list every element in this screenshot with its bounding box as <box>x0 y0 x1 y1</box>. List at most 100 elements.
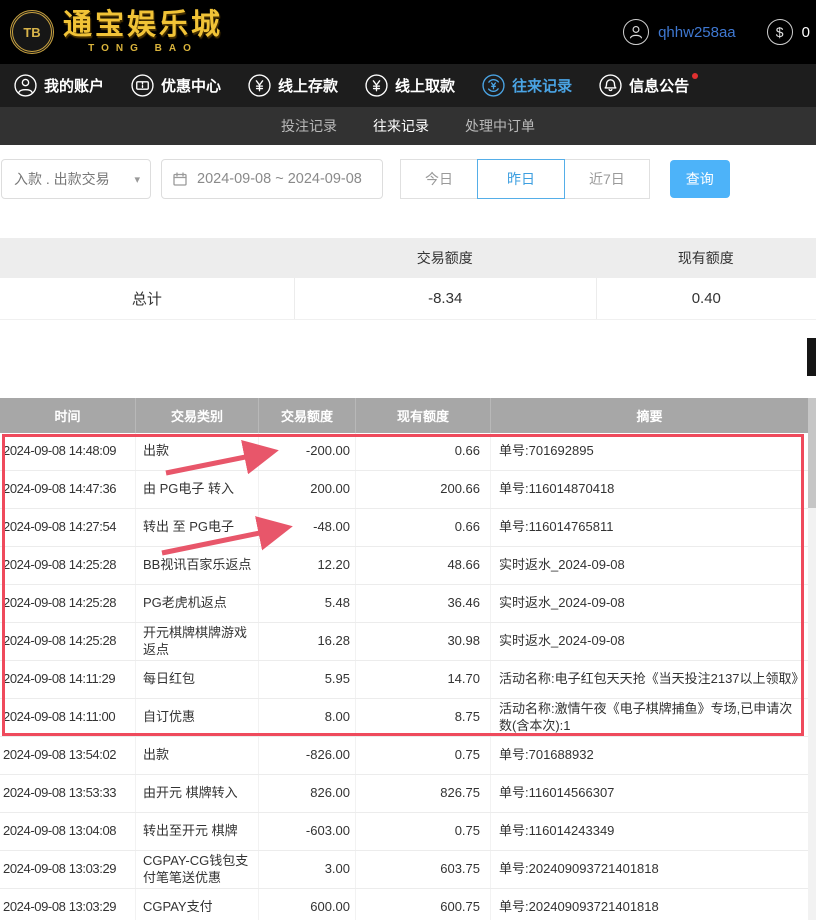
cell-type: CGPAY-CG钱包支付笔笔送优惠 <box>135 851 258 888</box>
table-row: 2024-09-08 14:47:36由 PG电子 转入200.00200.66… <box>0 471 808 509</box>
table-row: 2024-09-08 14:25:28开元棋牌棋牌游戏返点16.2830.98实… <box>0 623 808 661</box>
date-range-value: 2024-09-08 ~ 2024-09-08 <box>197 171 362 187</box>
tab-transaction-records[interactable]: 往来记录 <box>373 116 429 136</box>
cell-type: 自订优惠 <box>135 699 258 736</box>
notification-dot <box>692 73 698 79</box>
chevron-down-icon: ▾ <box>134 173 140 186</box>
nav-label: 我的账户 <box>44 75 104 96</box>
records-table: 时间 交易类别 交易额度 现有额度 摘要 2024-09-08 14:48:09… <box>0 398 816 920</box>
table-row: 2024-09-08 13:03:29CGPAY-CG钱包支付笔笔送优惠3.00… <box>0 851 808 889</box>
cell-amount: 600.00 <box>258 889 355 920</box>
cell-balance: 826.75 <box>355 775 490 812</box>
sub-nav: 投注记录 往来记录 处理中订单 <box>0 107 816 145</box>
cell-amount: 16.28 <box>258 623 355 660</box>
username[interactable]: qhhw258aa <box>658 24 736 41</box>
tab-bet-records[interactable]: 投注记录 <box>281 116 337 136</box>
casino-chip-icon: TB <box>10 10 54 54</box>
cell-amount: 5.48 <box>258 585 355 622</box>
cell-summary: 单号:701688932 <box>490 737 808 774</box>
quick-yesterday-button[interactable]: 昨日 <box>477 159 565 199</box>
cell-time: 2024-09-08 14:47:36 <box>0 471 135 508</box>
cell-type: PG老虎机返点 <box>135 585 258 622</box>
cell-balance: 0.75 <box>355 813 490 850</box>
quick-today-button[interactable]: 今日 <box>400 159 478 199</box>
summary-header-amount: 交易额度 <box>294 238 596 278</box>
cell-balance: 8.75 <box>355 699 490 736</box>
nav-label: 线上存款 <box>278 75 338 96</box>
summary-header-blank <box>0 238 294 278</box>
nav-label: 优惠中心 <box>161 75 221 96</box>
summary-total-amount: -8.34 <box>294 278 596 319</box>
nav-online-deposit[interactable]: 线上存款 <box>248 74 338 97</box>
user-icon <box>14 74 37 97</box>
col-header-balance: 现有额度 <box>355 398 490 433</box>
site-logo[interactable]: TB 通宝娱乐城 TONG BAO <box>10 10 223 54</box>
table-row: 2024-09-08 14:25:28PG老虎机返点5.4836.46实时返水_… <box>0 585 808 623</box>
cell-summary: 单号:202409093721401818 <box>490 851 808 888</box>
cell-summary: 单号:116014870418 <box>490 471 808 508</box>
cell-time: 2024-09-08 13:03:29 <box>0 889 135 920</box>
cell-amount: 200.00 <box>258 471 355 508</box>
nav-my-account[interactable]: 我的账户 <box>14 74 104 97</box>
tab-processing-orders[interactable]: 处理中订单 <box>465 116 535 136</box>
cell-time: 2024-09-08 14:11:00 <box>0 699 135 736</box>
scrollbar-thumb[interactable] <box>808 398 816 508</box>
filter-bar: 入款 . 出款交易 ▾ 2024-09-08 ~ 2024-09-08 今日 昨… <box>0 145 816 199</box>
cell-time: 2024-09-08 14:25:28 <box>0 623 135 660</box>
col-header-summary: 摘要 <box>490 398 808 433</box>
cell-balance: 603.75 <box>355 851 490 888</box>
cell-type: 出款 <box>135 433 258 470</box>
nav-online-withdraw[interactable]: 线上取款 <box>365 74 455 97</box>
summary-total-label: 总计 <box>0 278 294 319</box>
select-value: 入款 . 出款交易 <box>14 169 110 189</box>
table-row: 2024-09-08 13:03:29CGPAY支付600.00600.75单号… <box>0 889 808 920</box>
cell-summary: 活动名称:电子红包天天抢《当天投注2137以上领取》 <box>490 661 808 698</box>
transaction-type-select[interactable]: 入款 . 出款交易 ▾ <box>1 159 151 199</box>
cell-time: 2024-09-08 13:54:02 <box>0 737 135 774</box>
floating-widget[interactable] <box>807 338 816 376</box>
col-header-amount: 交易额度 <box>258 398 355 433</box>
cell-amount: 3.00 <box>258 851 355 888</box>
chip-label: TB <box>23 25 40 40</box>
nav-transaction-records[interactable]: 往来记录 <box>482 74 572 97</box>
date-range-picker[interactable]: 2024-09-08 ~ 2024-09-08 <box>161 159 383 199</box>
cell-type: 由开元 棋牌转入 <box>135 775 258 812</box>
cell-type: 开元棋牌棋牌游戏返点 <box>135 623 258 660</box>
cell-type: 转出 至 PG电子 <box>135 509 258 546</box>
wallet-icon[interactable]: $ <box>767 19 793 45</box>
account-area: qhhw258aa $ 0 <box>623 19 810 45</box>
cell-balance: 30.98 <box>355 623 490 660</box>
cell-type: 转出至开元 棋牌 <box>135 813 258 850</box>
cell-balance: 0.75 <box>355 737 490 774</box>
cell-summary: 实时返水_2024-09-08 <box>490 585 808 622</box>
main-nav: 我的账户 优惠中心 线上存款 线上取款 往来记录 <box>0 64 816 107</box>
cell-balance: 0.66 <box>355 509 490 546</box>
cell-time: 2024-09-08 13:53:33 <box>0 775 135 812</box>
calendar-icon <box>172 171 188 187</box>
cell-amount: 8.00 <box>258 699 355 736</box>
col-header-time: 时间 <box>0 398 135 433</box>
nav-promo-center[interactable]: 优惠中心 <box>131 74 221 97</box>
nav-label: 信息公告 <box>629 75 689 96</box>
cell-summary: 单号:116014765811 <box>490 509 808 546</box>
table-row: 2024-09-08 14:48:09出款-200.000.66单号:70169… <box>0 433 808 471</box>
cell-balance: 200.66 <box>355 471 490 508</box>
currency-symbol: $ <box>776 24 784 40</box>
scrollbar[interactable] <box>808 398 816 920</box>
nav-announcements[interactable]: 信息公告 <box>599 74 689 97</box>
summary-header-balance: 现有额度 <box>596 238 816 278</box>
cell-summary: 活动名称:激情午夜《电子棋牌捕鱼》专场,已申请次数(含本次):1 <box>490 699 808 736</box>
cell-amount: 5.95 <box>258 661 355 698</box>
cell-balance: 14.70 <box>355 661 490 698</box>
search-button[interactable]: 查询 <box>670 160 730 198</box>
cell-summary: 单号:701692895 <box>490 433 808 470</box>
cell-time: 2024-09-08 14:27:54 <box>0 509 135 546</box>
cell-type: 由 PG电子 转入 <box>135 471 258 508</box>
quick-7days-button[interactable]: 近7日 <box>564 159 650 199</box>
deposit-coin-icon <box>248 74 271 97</box>
records-exchange-icon <box>482 74 505 97</box>
table-row: 2024-09-08 13:04:08转出至开元 棋牌-603.000.75单号… <box>0 813 808 851</box>
table-row: 2024-09-08 13:54:02出款-826.000.75单号:70168… <box>0 737 808 775</box>
cell-amount: 12.20 <box>258 547 355 584</box>
table-row: 2024-09-08 14:27:54转出 至 PG电子-48.000.66单号… <box>0 509 808 547</box>
